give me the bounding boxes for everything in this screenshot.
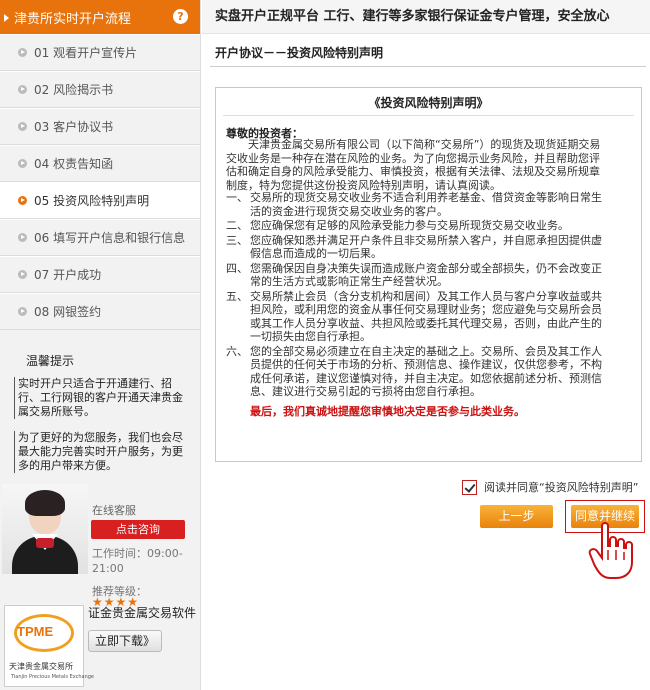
download-section: 推荐等级： ★★★★ TPME 天津贵金属交易所 Tianjin Preciou… (0, 580, 200, 690)
bullet-icon (18, 122, 27, 131)
clause-text: 您应确保您有足够的风险承受能力参与交易所现货交易交收业务。 (250, 219, 569, 232)
clause-text: 交易所的现货交易交收业务不适合利用养老基金、借贷资金等影响日常生活的资金进行现货… (250, 191, 602, 218)
bullet-icon (18, 196, 27, 205)
clause-item: 五、 交易所禁止会员（含分支机构和居间）及其工作人员与客户分享收益或共担风险，或利… (226, 290, 606, 344)
clause-number: 三、 (226, 233, 248, 247)
bullet-icon (18, 233, 27, 242)
clause-number: 一、 (226, 191, 248, 204)
clause-item: 一、 交易所的现货交易交收业务不适合利用养老基金、借贷资金等影响日常生活的资金进行… (226, 191, 606, 218)
clause-number: 五、 (226, 289, 248, 303)
step-item-4[interactable]: 04 权责告知函 (0, 145, 200, 182)
software-name: 证金贵金属交易软件 (88, 606, 197, 620)
statement-title: 《投资风险特别声明》 (368, 96, 489, 110)
service-hours: 工作时间：09:00-21:00 (92, 547, 183, 575)
clause-item: 三、 您应确保知悉并满足开户条件且非交易所禁入客户，并自愿承担因提供虚假信息而造成… (226, 234, 606, 261)
agree-label[interactable]: 阅读并同意“投资风险特别声明” (484, 479, 638, 495)
step-list: 01 观看开户宣传片 02 风险揭示书 03 客户协议书 04 权责告知函 05… (0, 34, 200, 330)
clause-text: 您应确保知悉并满足开户条件且非交易所禁入客户，并自愿承担因提供虚假信息而造成的一… (250, 233, 602, 261)
clause-item: 四、 您需确保因自身决策失误而造成账户资金部分或全部损失，仍不会改变正常的生活方式… (226, 262, 606, 289)
clause-text: 您需确保因自身决策失误而造成账户资金部分或全部损失，仍不会改变正常的生活方式或影… (250, 261, 602, 289)
step-item-2[interactable]: 02 风险揭示书 (0, 71, 200, 108)
bullet-icon (18, 159, 27, 168)
agent-avatar (2, 484, 88, 574)
step-label: 01 观看开户宣传片 (34, 46, 138, 60)
clause-text: 您的全部交易必须建立在自主决定的基础之上。交易所、会员及其工作人员提供的任何关于… (250, 344, 602, 399)
bullet-icon (18, 85, 27, 94)
help-icon[interactable]: ? (173, 9, 188, 24)
step-label: 05 投资风险特别声明 (34, 194, 150, 208)
header-slogan: 实盘开户正规平台 工行、建行等多家银行保证金专户管理，安全放心 (202, 0, 650, 34)
step-item-5-active[interactable]: 05 投资风险特别声明 (0, 182, 200, 219)
sidebar-title: 津贵所实时开户流程 (14, 11, 132, 27)
tips-title: 温馨提示 (26, 354, 75, 368)
triangle-icon (4, 14, 9, 22)
step-item-6[interactable]: 06 填写开户信息和银行信息 (0, 219, 200, 256)
logo-text: TPME (17, 624, 54, 639)
divider (223, 115, 634, 116)
clause-text: 交易所禁止会员（含分支机构和居间）及其工作人员与客户分享收益或共担风险，或利用您… (250, 289, 602, 344)
section-title: 开户协议－－投资风险特别声明 (215, 46, 384, 60)
step-label: 06 填写开户信息和银行信息 (34, 231, 186, 245)
agree-row: 阅读并同意“投资风险特别声明” (462, 478, 638, 496)
sidebar-header: 津贵所实时开户流程 ? (0, 0, 200, 34)
clause-item: 六、 您的全部交易必须建立在自主决定的基础之上。交易所、会员及其工作人员提供的任何… (226, 345, 606, 399)
step-item-3[interactable]: 03 客户协议书 (0, 108, 200, 145)
tpme-logo: TPME 天津贵金属交易所 Tianjin Precious Metals Ex… (4, 605, 94, 687)
bullet-icon (18, 270, 27, 279)
clause-number: 二、 (226, 219, 248, 232)
clause-number: 四、 (226, 261, 248, 275)
final-warning: 最后，我们真诚地提醒您审慎地决定是否参与此类业务。 (250, 405, 525, 418)
step-label: 07 开户成功 (34, 268, 102, 282)
clause-list: 一、 交易所的现货交易交收业务不适合利用养老基金、借贷资金等影响日常生活的资金进行… (226, 191, 606, 400)
bullet-icon (18, 48, 27, 57)
tips-section: 温馨提示 实时开户只适合于开通建行、招行、工行网银的客户开通天津贵金属交易所账号… (0, 330, 200, 473)
clause-item: 二、 您应确保您有足够的风险承受能力参与交易所现货交易交收业务。 (226, 219, 606, 233)
clause-number: 六、 (226, 344, 248, 358)
statement-box[interactable]: 《投资风险特别声明》 尊敬的投资者： 天津贵金属交易所有限公司（以下简称“交易所… (215, 87, 642, 462)
prev-step-button[interactable]: 上一步 (480, 505, 553, 528)
step-label: 02 风险揭示书 (34, 83, 114, 97)
step-item-8[interactable]: 08 网银签约 (0, 293, 200, 330)
download-button[interactable]: 立即下载》 (88, 630, 162, 652)
step-label: 04 权责告知函 (34, 157, 114, 171)
bullet-icon (18, 307, 27, 316)
tip-text: 实时开户只适合于开通建行、招行、工行网银的客户开通天津贵金属交易所账号。 (14, 377, 188, 419)
step-label: 03 客户协议书 (34, 120, 114, 134)
logo-en-text: Tianjin Precious Metals Exchange (11, 674, 94, 680)
consult-button[interactable]: 点击咨询 (91, 520, 185, 539)
step-item-7[interactable]: 07 开户成功 (0, 256, 200, 293)
statement-intro: 天津贵金属交易所有限公司（以下简称“交易所”）的现货及现货延期交易交收业务是一种… (226, 138, 601, 192)
online-service: 在线客服 点击咨询 工作时间：09:00-21:00 (0, 482, 200, 577)
logo-cn-text: 天津贵金属交易所 (9, 662, 73, 671)
service-title: 在线客服 (92, 504, 136, 517)
step-label: 08 网银签约 (34, 305, 102, 319)
divider (210, 66, 646, 67)
sidebar: 津贵所实时开户流程 ? 01 观看开户宣传片 02 风险揭示书 03 客户协议书… (0, 0, 201, 690)
step-item-1[interactable]: 01 观看开户宣传片 (0, 34, 200, 71)
tip-text: 为了更好的为您服务，我们也会尽最大能力完善实时开户服务，为更多的用户带来方便。 (14, 431, 188, 473)
hand-pointer-icon (588, 522, 633, 579)
agree-checkbox[interactable] (462, 479, 477, 495)
